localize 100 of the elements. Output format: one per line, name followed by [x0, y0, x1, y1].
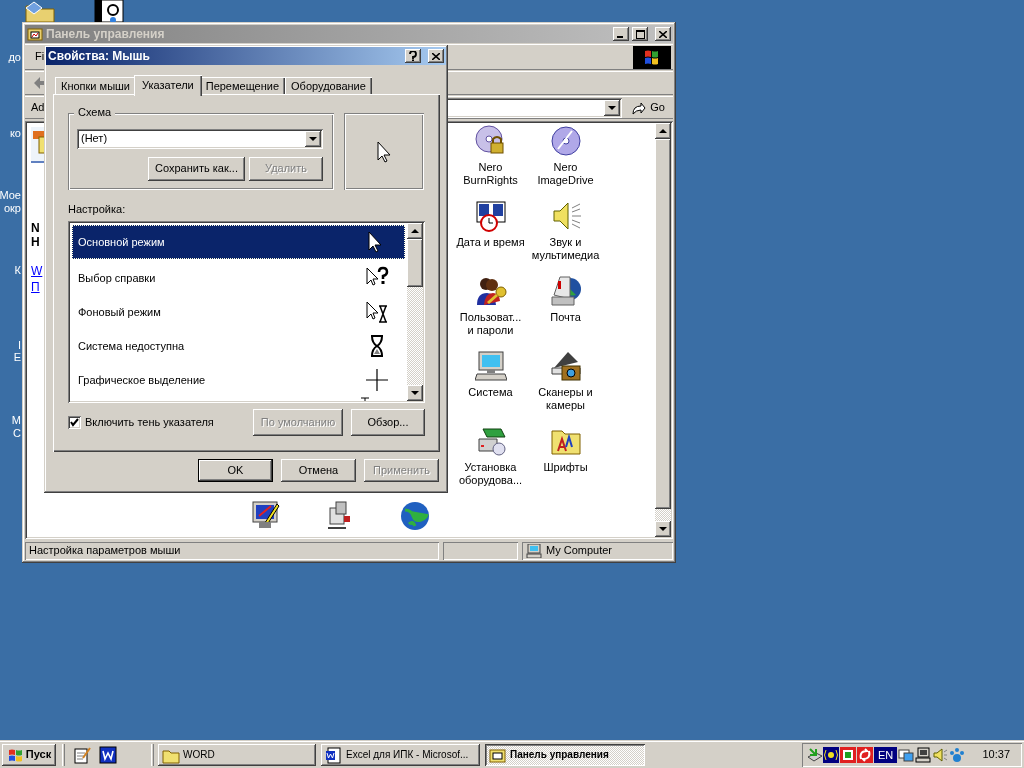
computer-icon	[526, 544, 542, 558]
item-label[interactable]: Установка оборудова...	[458, 461, 523, 487]
item-label[interactable]: Сканеры и камеры	[538, 386, 593, 412]
icon-label[interactable]: I	[17, 339, 21, 353]
paw-icon[interactable]	[949, 747, 966, 763]
computer-icon[interactable]	[915, 747, 932, 763]
tab[interactable]: Указатели	[134, 75, 202, 96]
go-button[interactable]: Go	[626, 97, 669, 118]
dialog-button[interactable]: Обзор...	[351, 409, 425, 437]
arrow-cursor-icon	[377, 140, 391, 163]
dialog-button[interactable]: Отмена	[281, 459, 356, 482]
icon-label[interactable]: E	[13, 351, 21, 365]
close-icon	[432, 52, 440, 60]
item-label[interactable]: Дата и время	[456, 236, 525, 249]
icon-label[interactable]: Мое	[0, 189, 21, 203]
close-button[interactable]	[655, 27, 671, 41]
scanner-icon[interactable]	[549, 350, 582, 382]
checkbox[interactable]	[68, 416, 81, 430]
list-item[interactable]: Основной режим	[72, 225, 405, 260]
word-doc-icon	[325, 746, 343, 764]
taskbar-button[interactable]: WORD	[158, 744, 316, 766]
item-label[interactable]: Звук и мультимедиа	[531, 236, 600, 262]
display-icon[interactable]	[898, 747, 915, 763]
notepad-icon[interactable]	[73, 746, 91, 764]
item-label[interactable]: Nero BurnRights	[463, 161, 518, 187]
item-text: Выбор справки	[78, 271, 156, 285]
icon-label[interactable]: ко	[9, 127, 21, 141]
caret-icon	[608, 105, 617, 110]
antenna-icon[interactable]	[823, 747, 839, 763]
menu-item[interactable]: Fi	[35, 50, 45, 64]
scroll-up-button[interactable]	[407, 223, 423, 240]
crosshair-cursor-icon	[365, 368, 389, 393]
item-label[interactable]: Почта	[550, 311, 581, 324]
dropdown-value: (Нет)	[81, 132, 108, 146]
scroll-up-icon	[411, 229, 419, 234]
tab[interactable]: Оборудование	[285, 77, 372, 96]
start-button[interactable]: Пуск	[2, 744, 56, 766]
list-item[interactable]: Выбор справки	[72, 261, 405, 296]
help-button[interactable]	[405, 49, 421, 63]
scheme-button[interactable]: Сохранить как...	[148, 157, 245, 181]
icon-label[interactable]: окр	[3, 202, 21, 216]
icon-label[interactable]: К	[14, 264, 21, 278]
cd-icon[interactable]	[549, 125, 582, 157]
network-icon[interactable]	[806, 747, 822, 763]
globe-icon[interactable]	[398, 500, 431, 532]
calendar-clock-icon[interactable]	[474, 200, 507, 232]
cursor-list[interactable]: Основной режим Выбор справки Фоновый режим Система недоступна Графическое выделение	[68, 221, 425, 404]
list-item[interactable]: Графическое выделение	[72, 363, 405, 398]
computer-icon[interactable]	[474, 350, 507, 382]
cd-lock-icon[interactable]	[474, 125, 507, 157]
app-icon[interactable]	[93, 0, 125, 22]
checkbox-label[interactable]: Включить тень указателя	[85, 416, 214, 430]
item-label[interactable]: Nero ImageDrive	[537, 161, 594, 187]
scroll-down-icon	[659, 527, 667, 531]
refresh-icon[interactable]	[857, 747, 873, 763]
icon-label[interactable]: М	[11, 414, 21, 428]
dropdown-button[interactable]	[305, 131, 321, 147]
mail-icon[interactable]	[549, 275, 582, 307]
icon-label[interactable]: до	[8, 51, 21, 65]
scheme-dropdown[interactable]: (Нет)	[77, 129, 323, 149]
link[interactable]: П	[31, 280, 40, 295]
dropdown-button[interactable]	[604, 99, 621, 116]
taskbar-button[interactable]: Excel для ИПК - Microsof...	[321, 744, 480, 766]
list-item[interactable]: Фоновый режим	[72, 295, 405, 330]
scroll-up-icon	[659, 129, 667, 133]
folder-icon[interactable]	[24, 0, 56, 22]
help-icon	[409, 51, 417, 61]
scroll-thumb[interactable]	[407, 239, 423, 288]
minimize-button[interactable]	[613, 27, 629, 41]
close-icon	[659, 30, 667, 38]
scroll-down-icon	[411, 391, 419, 396]
window-title: Панель управления	[46, 26, 166, 42]
item-label[interactable]: Система	[468, 386, 513, 399]
scroll-down-button[interactable]	[407, 385, 423, 402]
icon-label[interactable]: С	[13, 427, 21, 441]
maximize-button[interactable]	[632, 27, 648, 41]
task-label: WORD	[183, 749, 215, 761]
link[interactable]: W	[31, 263, 43, 279]
clock[interactable]: 10:37	[982, 748, 1018, 762]
item-label[interactable]: Шрифты	[543, 461, 588, 474]
language-indicator[interactable]: EN	[874, 747, 898, 763]
heading-text: N	[31, 221, 40, 236]
item-text: Фоновый режим	[78, 305, 161, 319]
users-key-icon[interactable]	[474, 275, 507, 307]
maximize-icon	[635, 29, 645, 39]
scroll-down-button[interactable]	[655, 521, 671, 537]
zone-text: My Computer	[546, 544, 613, 558]
list-item[interactable]: Система недоступна	[72, 329, 405, 364]
task-label: Excel для ИПК - Microsof...	[346, 749, 469, 761]
dialog-button[interactable]: OK	[198, 459, 273, 482]
heading-text: H	[31, 235, 40, 250]
scrollbar[interactable]	[407, 223, 423, 402]
close-button[interactable]	[428, 49, 444, 63]
item-text: Основной режим	[78, 235, 165, 249]
taskbar-button[interactable]: Панель управления	[485, 744, 645, 766]
caret-icon	[309, 137, 317, 141]
busy-cursor-icon	[365, 300, 389, 325]
scroll-up-button[interactable]	[655, 123, 671, 139]
word-icon[interactable]	[99, 746, 117, 764]
item-label[interactable]: Пользоват... и пароли	[459, 311, 522, 337]
